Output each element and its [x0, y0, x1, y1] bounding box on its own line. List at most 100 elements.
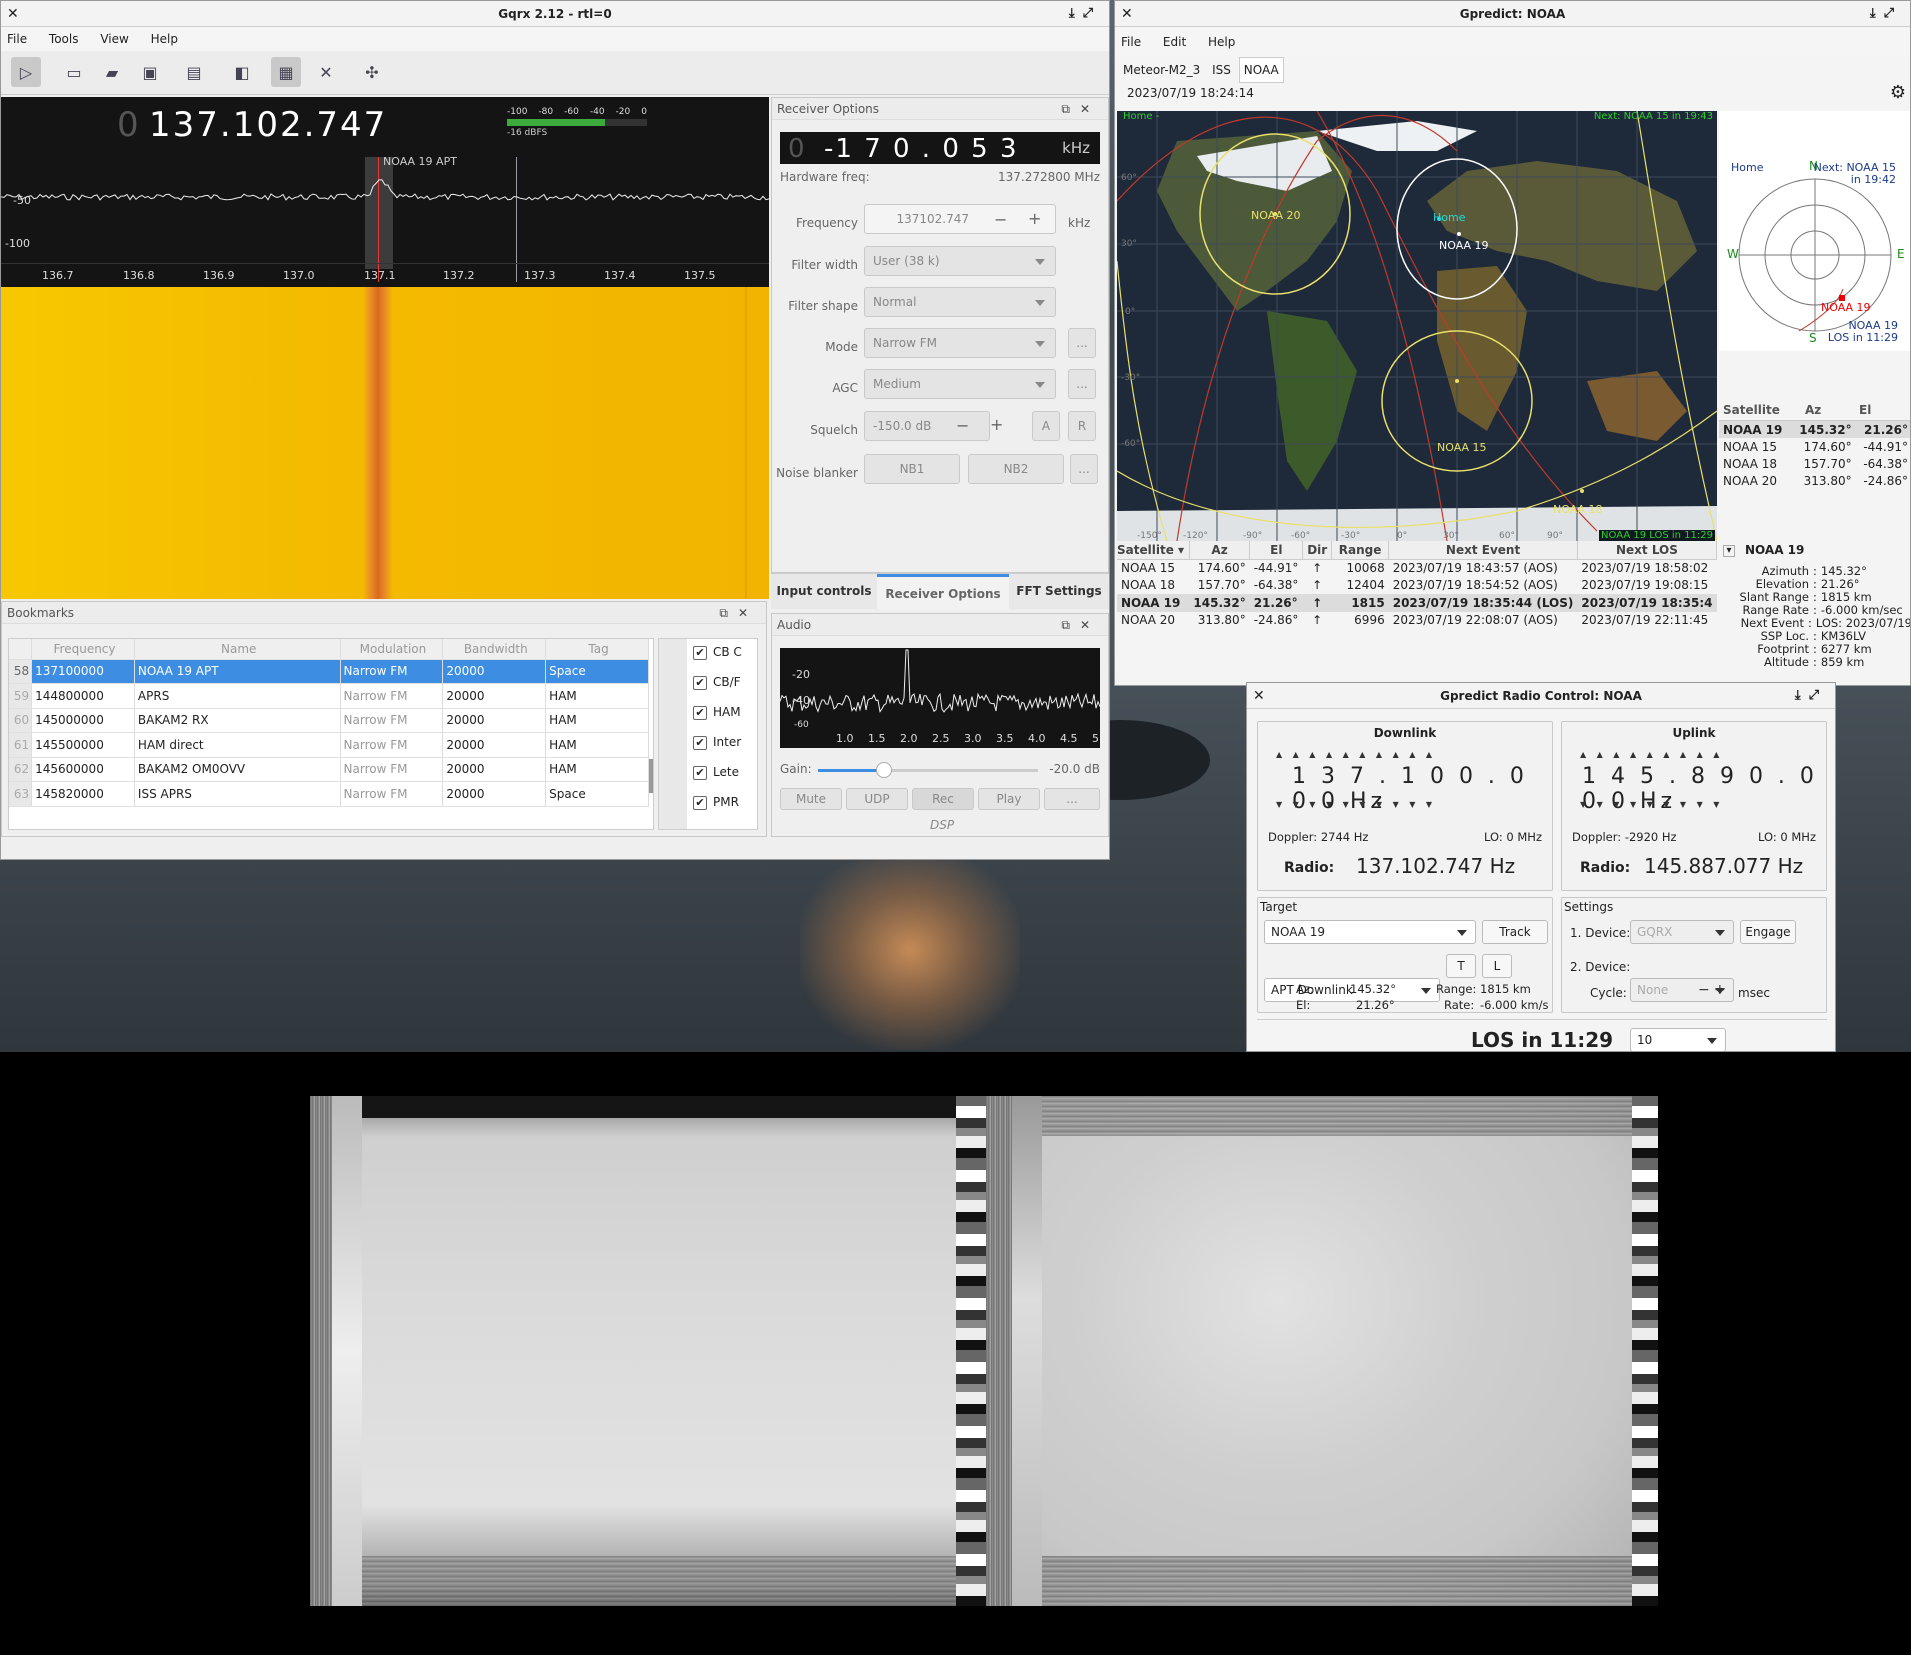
tab-noaa[interactable]: NOAA: [1238, 57, 1284, 83]
column-header-frequency[interactable]: Frequency: [31, 639, 135, 660]
rec-button[interactable]: Rec: [912, 788, 974, 810]
table-row[interactable]: 63 145820000 ISS APRS Narrow FM 20000 Space: [9, 781, 649, 807]
audio-fft-plot[interactable]: -20 -40 -60 1.0 1.5 2.0 2.5 3.0 3.5 4.0 …: [780, 648, 1100, 748]
offset-display[interactable]: 0 -1 7 0 . 0 5 3 kHz: [780, 132, 1100, 164]
tag-item[interactable]: ✔ CB/F: [693, 675, 741, 690]
checkbox-icon[interactable]: ✔: [693, 646, 707, 660]
filter-shape-combo[interactable]: Normal: [864, 287, 1056, 317]
mode-combo[interactable]: Narrow FM: [864, 328, 1056, 358]
squelch-auto-button[interactable]: A: [1032, 411, 1060, 441]
audio-options-button[interactable]: ...: [1044, 788, 1100, 810]
tag-item[interactable]: ✔ HAM: [693, 705, 741, 720]
column-header-next-event[interactable]: Next Event: [1388, 541, 1578, 560]
menu-help[interactable]: Help: [151, 32, 178, 46]
device1-combo[interactable]: GQRX: [1630, 920, 1734, 944]
table-row[interactable]: NOAA 20 313.80° -24.86°: [1719, 472, 1910, 489]
column-header-range[interactable]: Range: [1331, 541, 1390, 560]
table-row[interactable]: NOAA 19 145.32° 21.26° ↑ 1815 2023/07/19 18:3…: [1117, 594, 1717, 612]
tag-item[interactable]: ✔ Lete: [693, 765, 739, 780]
gain-slider-handle[interactable]: [876, 762, 892, 778]
polar-sat-label[interactable]: NOAA 19: [1821, 301, 1871, 314]
device-icon[interactable]: ▭: [59, 57, 89, 87]
column-header-next-los[interactable]: Next LOS: [1577, 541, 1718, 560]
checkbox-icon[interactable]: ✔: [693, 676, 707, 690]
menu-view[interactable]: View: [100, 32, 128, 46]
tab-iss[interactable]: ISS: [1208, 58, 1235, 82]
tag-item[interactable]: ✔ PMR: [693, 795, 739, 810]
window-controls[interactable]: ⤓⤢: [1069, 1, 1101, 27]
agc-options-button[interactable]: ...: [1068, 369, 1096, 399]
dock-float-close-icon[interactable]: ⧉✕: [1061, 98, 1100, 120]
transponder-t-button[interactable]: T: [1446, 954, 1476, 978]
tab-fft-settings[interactable]: FFT Settings: [1009, 574, 1109, 609]
squelch-spinbox[interactable]: -150.0 dB: [864, 411, 990, 441]
freq-down-arrows[interactable]: ▼▼▼▼▼▼▼▼▼▼: [1276, 800, 1443, 809]
nb2-button[interactable]: NB2: [968, 454, 1064, 484]
table-row[interactable]: 58 137100000 NOAA 19 APT Narrow FM 20000 Spac…: [9, 659, 649, 684]
expand-icon[interactable]: ▾: [1723, 545, 1735, 557]
mute-button[interactable]: Mute: [780, 788, 842, 810]
close-icon[interactable]: ✕: [1253, 683, 1265, 709]
frequency-plus-button[interactable]: +: [1028, 209, 1041, 228]
freq-up-arrows[interactable]: ▲▲▲▲▲▲▲▲▲▲: [1276, 750, 1443, 759]
squelch-minus-button[interactable]: −: [956, 416, 969, 435]
table-row[interactable]: NOAA 19 145.32° 21.26°: [1719, 421, 1910, 438]
play-icon[interactable]: ▷: [11, 57, 41, 87]
menu-help[interactable]: Help: [1208, 35, 1235, 49]
freq-down-arrows[interactable]: ▼▼▼▼▼▼▼▼▼: [1580, 800, 1730, 809]
tag-item[interactable]: ✔ CB C: [693, 645, 742, 660]
checkbox-icon[interactable]: ✔: [693, 796, 707, 810]
tab-input-controls[interactable]: Input controls: [771, 574, 877, 609]
gear-icon[interactable]: ⚙: [1890, 81, 1906, 105]
tab-meteor[interactable]: Meteor-M2_3: [1119, 58, 1204, 82]
transponder-l-button[interactable]: L: [1482, 954, 1512, 978]
frequency-minus-button[interactable]: −: [994, 210, 1007, 229]
checkbox-icon[interactable]: ✔: [693, 766, 707, 780]
column-header-bandwidth[interactable]: Bandwidth: [442, 639, 547, 660]
waveform-icon[interactable]: ◧: [227, 57, 257, 87]
window-controls[interactable]: ⤓⤢: [1870, 1, 1902, 27]
play-button[interactable]: Play: [978, 788, 1040, 810]
column-header-tag[interactable]: Tag: [545, 639, 649, 660]
menu-edit[interactable]: Edit: [1163, 35, 1186, 49]
save-icon[interactable]: ▣: [135, 57, 165, 87]
bookmark-icon[interactable]: ▤: [179, 57, 209, 87]
column-header-name[interactable]: Name: [134, 639, 341, 660]
engage-button[interactable]: Engage: [1740, 920, 1796, 944]
menu-file[interactable]: File: [1121, 35, 1141, 49]
table-row[interactable]: NOAA 15 174.60° -44.91° ↑ 10068 2023/07/19 18…: [1117, 559, 1717, 577]
freq-up-arrows[interactable]: ▲▲▲▲▲▲▲▲▲: [1580, 750, 1730, 759]
tag-item[interactable]: ✔ Inter: [693, 735, 741, 750]
gain-slider[interactable]: [818, 762, 1038, 778]
close-icon[interactable]: ✕: [1121, 1, 1133, 27]
nb1-button[interactable]: NB1: [864, 454, 960, 484]
table-row[interactable]: 60 145000000 BAKAM2 RX Narrow FM 20000 HAM: [9, 708, 649, 733]
track-button[interactable]: Track: [1482, 920, 1548, 944]
dock-float-close-icon[interactable]: ⧉✕: [719, 602, 758, 624]
cycle-minus-button[interactable]: −: [1698, 982, 1710, 998]
nb-options-button[interactable]: ...: [1070, 454, 1098, 484]
squelch-reset-button[interactable]: R: [1068, 411, 1096, 441]
table-row[interactable]: NOAA 20 313.80° -24.86° ↑ 6996 2023/07/19 22:…: [1117, 612, 1717, 630]
table-row[interactable]: NOAA 18 157.70° -64.38° ↑ 12404 2023/07/19 18…: [1117, 577, 1717, 595]
table-row[interactable]: NOAA 15 174.60° -44.91°: [1719, 438, 1910, 455]
column-header-az[interactable]: Az: [1189, 541, 1251, 560]
map-sat-label[interactable]: NOAA 18: [1553, 503, 1603, 516]
frequency-display[interactable]: 137.102.747: [149, 105, 387, 145]
polar-plot[interactable]: Home N Next: NOAA 15 in 19:42 W E NOAA 1…: [1719, 111, 1910, 351]
table-scrollbar[interactable]: [649, 759, 653, 793]
table-row[interactable]: 61 145500000 HAM direct Narrow FM 20000 HAM: [9, 732, 649, 758]
map-sat-label[interactable]: NOAA 15: [1437, 441, 1487, 454]
column-header-el[interactable]: El: [1859, 399, 1909, 420]
checkbox-icon[interactable]: ✔: [693, 736, 707, 750]
dock-float-close-icon[interactable]: ⧉✕: [1061, 614, 1100, 636]
column-header-satellite[interactable]: Satellite ▾: [1117, 541, 1190, 560]
table-row[interactable]: 62 145600000 BAKAM2 OM0OVV Narrow FM 20000 HA…: [9, 757, 649, 782]
column-header-modulation[interactable]: Modulation: [340, 639, 444, 660]
waterfall[interactable]: [1, 287, 769, 599]
column-header-az[interactable]: Az: [1805, 399, 1859, 420]
world-map[interactable]: Home - Next: NOAA 15 in 19:43 NOAA 19 LO…: [1117, 111, 1717, 541]
column-header-dir[interactable]: Dir: [1302, 541, 1332, 560]
menu-tools[interactable]: Tools: [49, 32, 79, 46]
cycle-plus-button[interactable]: +: [1714, 982, 1726, 998]
